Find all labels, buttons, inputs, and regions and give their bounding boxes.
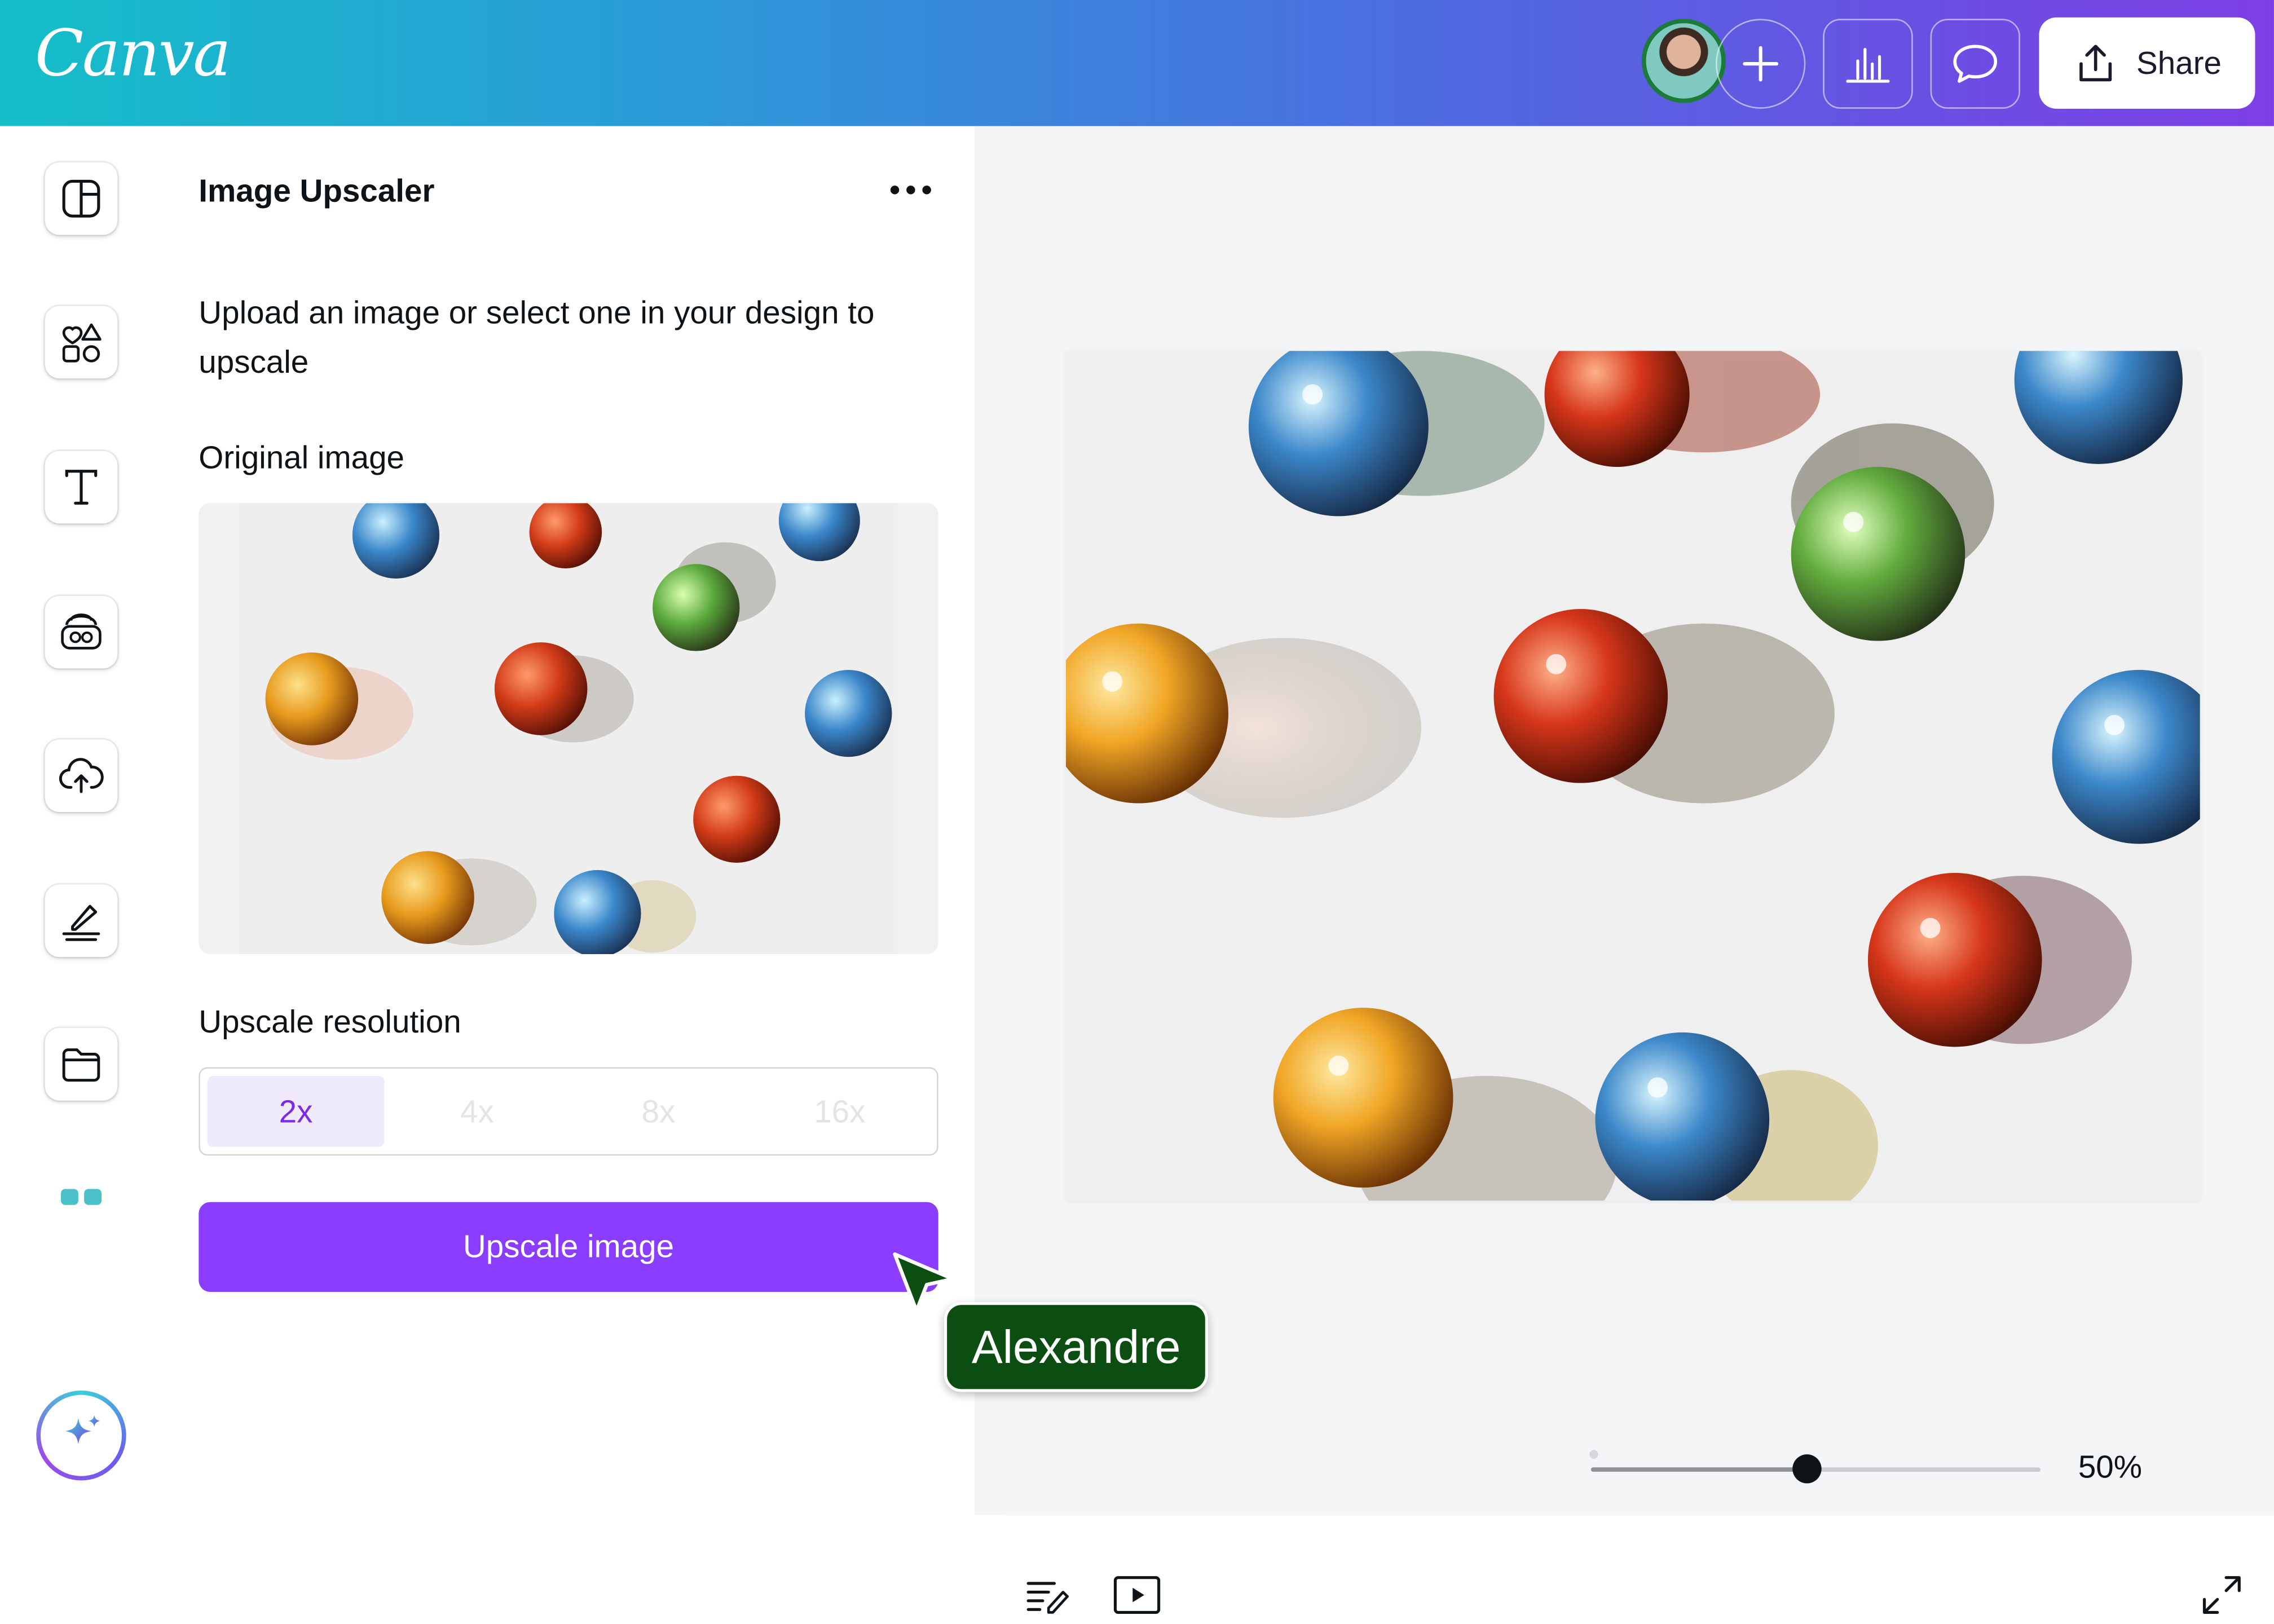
resolution-option-16x[interactable]: 16x (751, 1076, 928, 1147)
resolution-option-8x[interactable]: 8x (570, 1076, 747, 1147)
add-collaborator-button[interactable] (1715, 19, 1806, 109)
panel-description: Upload an image or select one in your de… (199, 294, 875, 380)
rail-design-button[interactable] (45, 162, 118, 235)
magic-button-inner (40, 1394, 122, 1476)
rail-elements-button[interactable] (45, 306, 118, 379)
zoom-slider-handle[interactable] (1792, 1454, 1822, 1484)
panel-title: Image Upscaler (199, 172, 435, 209)
original-image-label: Original image (199, 439, 405, 476)
play-icon (1113, 1576, 1161, 1614)
rail-draw-button[interactable] (45, 884, 118, 957)
design-image[interactable] (1065, 351, 2200, 1201)
insights-icon (1846, 47, 1890, 83)
more-dots-icon (890, 186, 900, 195)
zoom-slider-fill (1590, 1467, 1807, 1472)
more-dot (922, 186, 931, 195)
rail-uploads-button[interactable] (45, 739, 118, 812)
apps-icon (60, 1189, 78, 1205)
design-page[interactable] (1065, 351, 2200, 1201)
zoom-min-marker (1589, 1450, 1598, 1459)
zoom-level-label[interactable]: 50% (2078, 1449, 2142, 1486)
image-upscaler-panel: Image Upscaler Upload an image or select… (162, 126, 975, 1516)
share-icon (2079, 44, 2112, 81)
canva-logo[interactable]: Canva (35, 17, 231, 91)
original-image-frame[interactable] (199, 503, 938, 954)
collaborator-cursor-icon (893, 1252, 955, 1313)
upscale-image-button[interactable]: Upscale image (199, 1202, 938, 1292)
magic-button[interactable] (36, 1390, 126, 1481)
more-dot (906, 186, 915, 195)
notes-icon (1026, 1582, 1069, 1614)
text-icon (65, 470, 98, 505)
comment-icon (1953, 45, 1998, 83)
projects-icon (62, 1048, 100, 1082)
resolution-segmented-control: 2x 4x 8x 16x (199, 1067, 938, 1156)
top-bar: Canva Share (0, 0, 2274, 126)
upscale-resolution-label: Upscale resolution (199, 1003, 461, 1040)
rail-text-button[interactable] (45, 451, 118, 524)
side-rail (0, 126, 162, 1516)
rail-apps-button[interactable] (45, 1170, 118, 1205)
magic-sparkle-icon (65, 1415, 100, 1445)
user-avatar[interactable] (1641, 19, 1726, 103)
resolution-option-4x[interactable]: 4x (389, 1076, 566, 1147)
elements-icon (62, 323, 102, 363)
original-image-thumbnail (239, 503, 898, 954)
comments-button[interactable] (1930, 19, 2020, 109)
uploads-icon (59, 758, 104, 793)
fullscreen-button[interactable] (2200, 1573, 2244, 1624)
rail-brand-button[interactable] (45, 595, 118, 669)
apps-icon-part (84, 1189, 102, 1205)
expand-icon (2202, 1576, 2241, 1614)
resolution-option-2x[interactable]: 2x (207, 1075, 385, 1147)
plus-icon (1743, 46, 1779, 82)
insights-button[interactable] (1823, 19, 1913, 109)
present-button[interactable] (1112, 1573, 1161, 1624)
notes-button[interactable] (1024, 1573, 1070, 1624)
brand-icon (61, 613, 102, 650)
collaborator-name-tag: Alexandre (944, 1302, 1209, 1392)
more-options-button[interactable] (885, 170, 937, 210)
share-button[interactable]: Share (2039, 17, 2255, 109)
rail-projects-button[interactable] (45, 1028, 118, 1101)
draw-icon (62, 904, 100, 941)
design-layout-icon (62, 179, 100, 218)
share-label: Share (2136, 44, 2222, 81)
